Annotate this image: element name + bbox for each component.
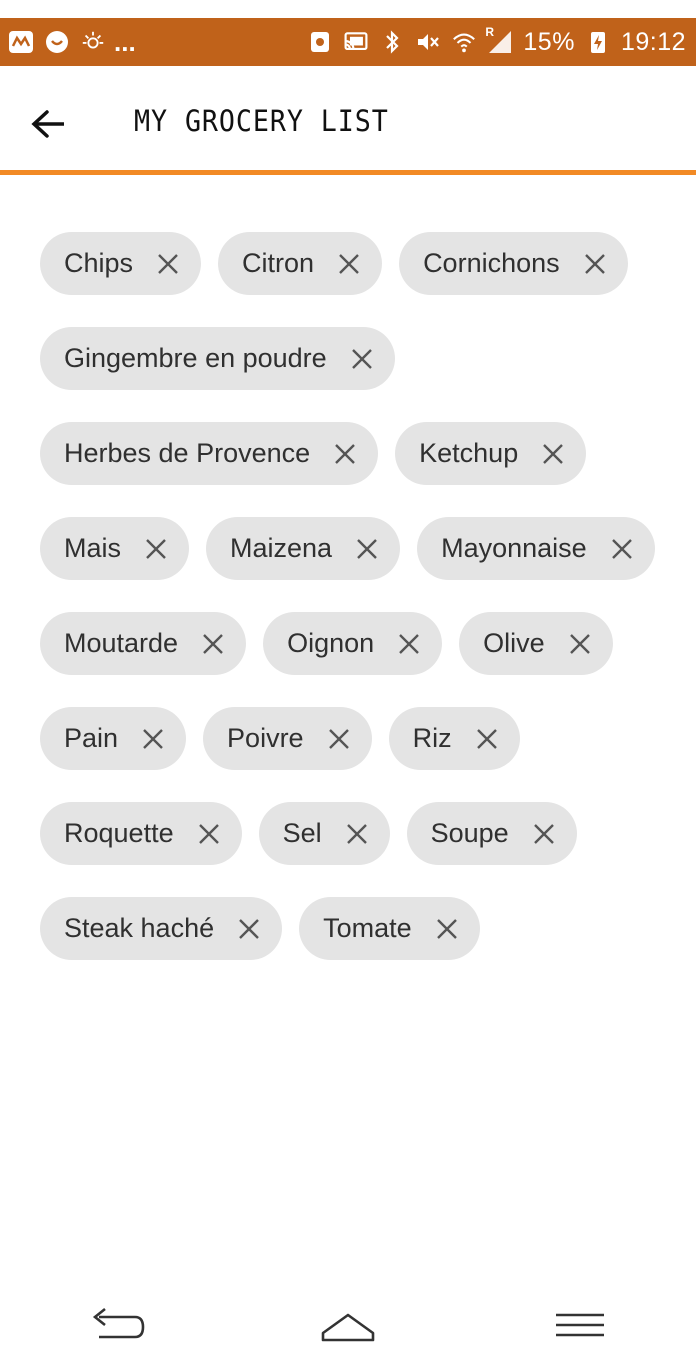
grocery-chip[interactable]: Sel <box>258 802 390 865</box>
status-right: R 15% 19:12 <box>307 25 686 57</box>
grocery-chip[interactable]: Mais <box>40 517 190 580</box>
back-button[interactable] <box>24 102 72 150</box>
grocery-chip-label: Steak haché <box>64 913 215 943</box>
back-nav-icon <box>85 1307 147 1348</box>
more-notifications-indicator: ... <box>114 26 136 57</box>
grocery-chip[interactable]: Riz <box>388 707 520 770</box>
grocery-chip[interactable]: Gingembre en poudre <box>40 327 395 390</box>
close-icon[interactable] <box>332 441 358 467</box>
close-icon[interactable] <box>567 631 593 657</box>
bluetooth-icon <box>379 29 405 55</box>
grocery-chip[interactable]: Maizena <box>206 517 401 580</box>
grocery-chip[interactable]: Herbes de Provence <box>40 422 379 485</box>
status-bar: ... R 15% 19:12 <box>0 18 696 66</box>
grocery-chip[interactable]: Mayonnaise <box>417 517 655 580</box>
cast-icon <box>343 29 369 55</box>
grocery-chip[interactable]: Poivre <box>203 707 372 770</box>
grocery-chip-label: Gingembre en poudre <box>64 343 327 373</box>
grocery-chip[interactable]: Tomate <box>299 897 480 960</box>
close-icon[interactable] <box>582 251 608 277</box>
roaming-indicator: R <box>485 25 495 39</box>
grocery-chip-label: Maizena <box>230 533 333 563</box>
screenshot-icon <box>307 29 333 55</box>
status-left: ... <box>8 27 136 58</box>
grocery-chip[interactable]: Citron <box>218 232 383 295</box>
grocery-chip-label: Sel <box>282 818 322 848</box>
grocery-chip-label: Oignon <box>287 628 375 658</box>
close-icon[interactable] <box>349 346 375 372</box>
close-icon[interactable] <box>396 631 422 657</box>
grocery-chip-label: Tomate <box>323 913 412 943</box>
wifi-icon <box>451 29 477 55</box>
clock: 19:12 <box>620 27 686 56</box>
close-icon[interactable] <box>200 631 226 657</box>
app-bar: MY GROCERY LIST <box>0 66 696 176</box>
grocery-chip-label: Roquette <box>64 818 174 848</box>
vibrate-mute-icon <box>415 29 441 55</box>
battery-charging-icon <box>585 29 611 55</box>
grocery-chip[interactable]: Moutarde <box>40 612 247 675</box>
sun-icon <box>80 29 106 55</box>
signal-icon: R <box>485 25 513 55</box>
grocery-chip-label: Mayonnaise <box>441 533 587 563</box>
close-icon[interactable] <box>326 726 352 752</box>
grocery-chip[interactable]: Olive <box>459 612 613 675</box>
grocery-chip[interactable]: Oignon <box>263 612 443 675</box>
close-icon[interactable] <box>609 536 635 562</box>
close-icon[interactable] <box>434 916 460 942</box>
grocery-chip-list: Chips Citron Cornichons Gingembre en poudre… <box>40 232 660 960</box>
system-nav-bar <box>0 1300 696 1354</box>
close-icon[interactable] <box>196 821 222 847</box>
close-icon[interactable] <box>540 441 566 467</box>
close-icon[interactable] <box>531 821 557 847</box>
grocery-chip[interactable]: Soupe <box>406 802 577 865</box>
grocery-chip[interactable]: Pain <box>40 707 187 770</box>
grocery-chip[interactable]: Ketchup <box>395 422 587 485</box>
grocery-chip-label: Poivre <box>227 723 304 753</box>
grocery-chip[interactable]: Roquette <box>40 802 242 865</box>
battery-percent: 15% <box>523 27 575 56</box>
close-icon[interactable] <box>143 536 169 562</box>
grocery-chip-label: Citron <box>242 248 315 278</box>
nav-home-button[interactable] <box>318 1305 378 1349</box>
grocery-chip-label: Mais <box>64 533 122 563</box>
close-icon[interactable] <box>344 821 370 847</box>
close-icon[interactable] <box>236 916 262 942</box>
close-icon[interactable] <box>474 726 500 752</box>
grocery-chip[interactable]: Chips <box>40 232 202 295</box>
close-icon[interactable] <box>336 251 362 277</box>
grocery-chip[interactable]: Cornichons <box>399 232 628 295</box>
grocery-chip-label: Soupe <box>430 818 509 848</box>
app-bar-divider <box>0 170 696 175</box>
app-notification-icon <box>8 29 34 55</box>
grocery-chip-label: Ketchup <box>419 438 519 468</box>
close-icon[interactable] <box>354 536 380 562</box>
chat-notification-icon <box>44 29 70 55</box>
grocery-chip-label: Pain <box>64 723 119 753</box>
arrow-back-icon <box>30 109 66 144</box>
grocery-chip-label: Herbes de Provence <box>64 438 311 468</box>
close-icon[interactable] <box>155 251 181 277</box>
grocery-chip-label: Olive <box>483 628 545 658</box>
home-icon <box>320 1307 376 1348</box>
grocery-chip-label: Riz <box>412 723 452 753</box>
grocery-chip[interactable]: Steak haché <box>40 897 283 960</box>
close-icon[interactable] <box>140 726 166 752</box>
grocery-chip-label: Cornichons <box>423 248 560 278</box>
page-title: MY GROCERY LIST <box>134 104 389 138</box>
grocery-chip-label: Chips <box>64 248 134 278</box>
nav-back-button[interactable] <box>86 1305 146 1349</box>
top-strip <box>0 0 696 18</box>
nav-menu-button[interactable] <box>550 1305 610 1349</box>
grocery-chip-label: Moutarde <box>64 628 179 658</box>
menu-icon <box>552 1307 608 1348</box>
